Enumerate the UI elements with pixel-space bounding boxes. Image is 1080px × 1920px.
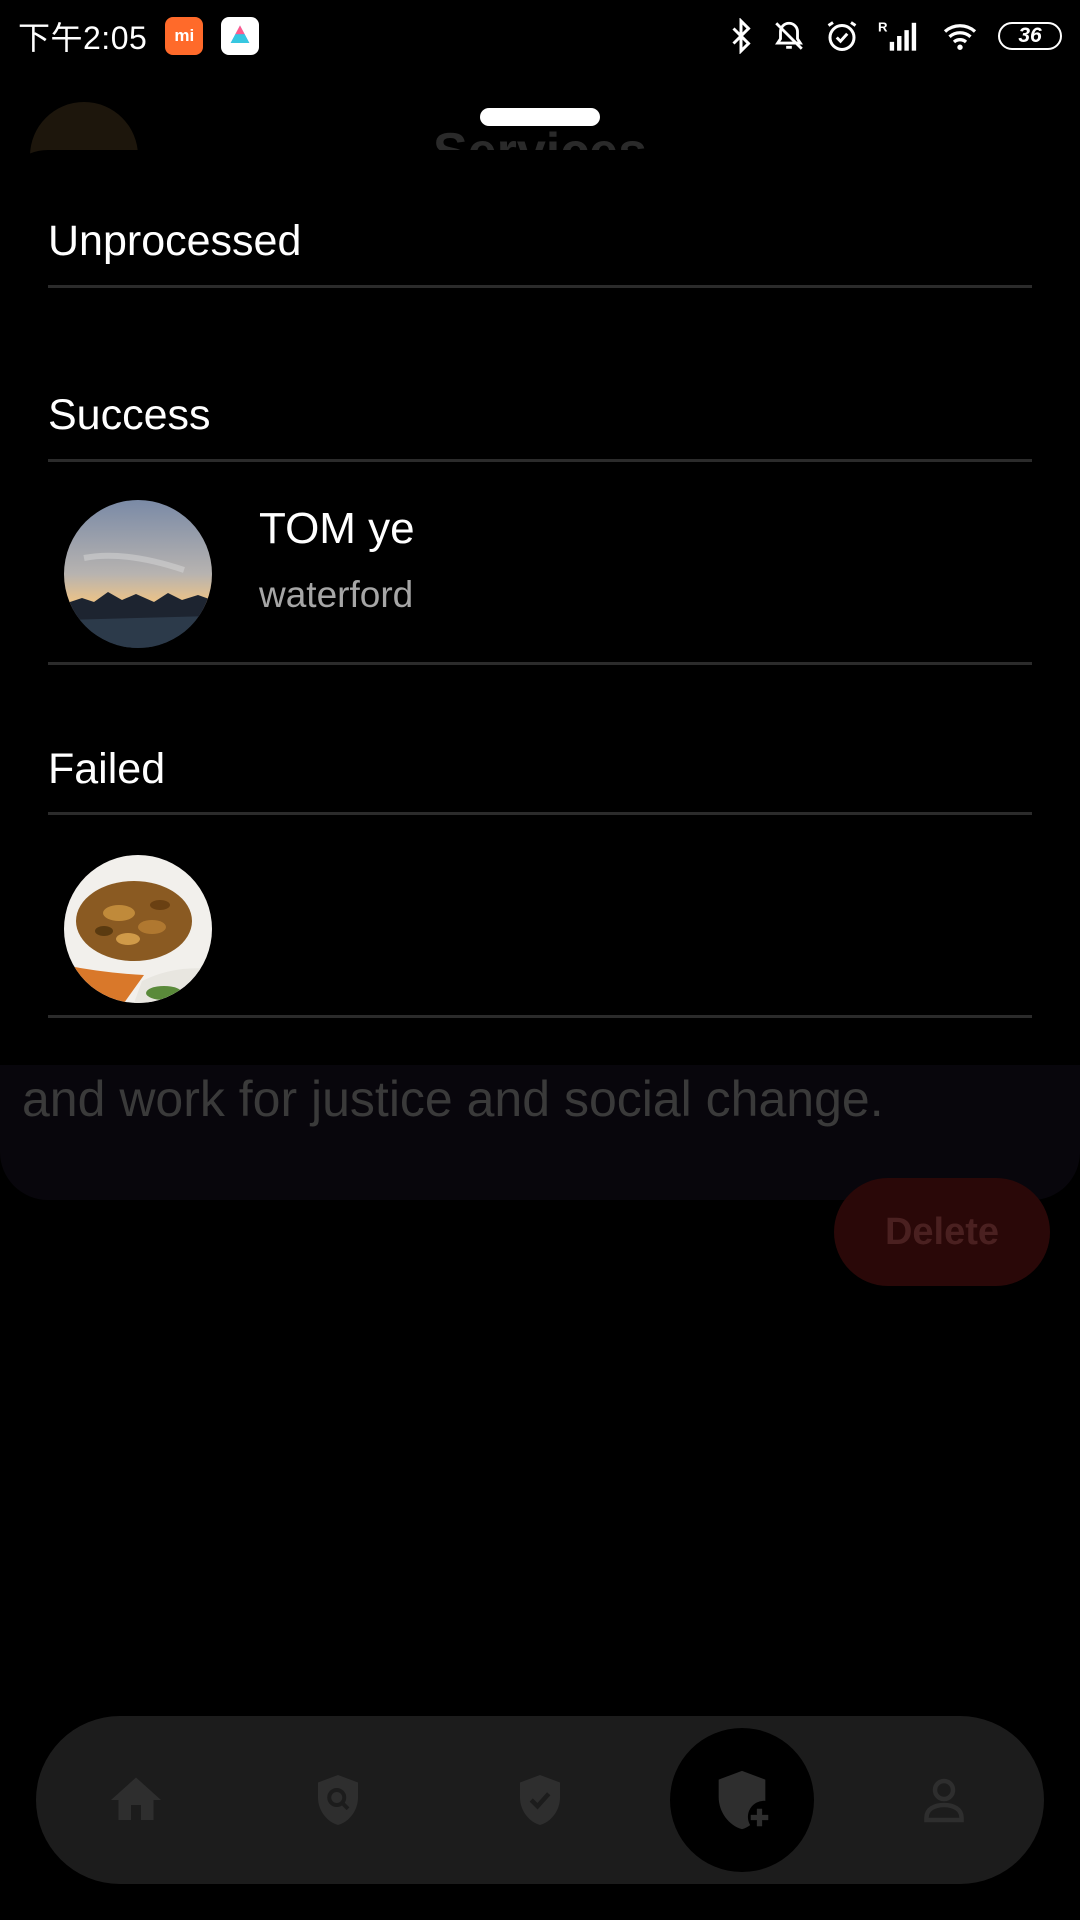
nav-profile[interactable]: [914, 1770, 974, 1830]
nav-home[interactable]: [106, 1770, 166, 1830]
divider: [48, 1015, 1032, 1018]
food-plate-photo: [64, 855, 212, 1003]
avatar: [64, 500, 212, 648]
section-unprocessed-header: Unprocessed: [48, 216, 302, 265]
item-name: TOM ye: [259, 504, 415, 553]
sunset-landscape-photo: [64, 500, 212, 648]
nav-add[interactable]: [670, 1728, 814, 1872]
delete-button[interactable]: Delete: [834, 1178, 1050, 1286]
bottom-navigation: [36, 1716, 1044, 1884]
bluetooth-icon: [732, 18, 751, 54]
mi-icon: mi: [165, 17, 204, 55]
svg-text:R: R: [878, 20, 888, 35]
home-icon: [111, 1777, 161, 1820]
section-success-header: Success: [48, 390, 211, 439]
battery-icon: 36: [998, 22, 1062, 50]
screen: Services and work for justice and social…: [0, 0, 1080, 1920]
add-shield-icon: [718, 1770, 769, 1830]
list-item[interactable]: [48, 815, 1032, 1015]
search-shield-icon: [318, 1775, 358, 1825]
wifi-icon: [943, 24, 977, 50]
status-bar: 下午2:05 mi R 36: [0, 0, 1080, 72]
divider: [48, 285, 1032, 288]
person-icon: [924, 1778, 964, 1823]
bell-off-icon: [775, 21, 803, 50]
item-subtitle: waterford: [259, 574, 414, 615]
check-shield-icon: [520, 1775, 560, 1825]
avatar: [64, 855, 212, 1003]
section-failed-header: Failed: [48, 744, 166, 793]
list-item[interactable]: TOM ye waterford: [48, 462, 1032, 662]
nav-search[interactable]: [308, 1770, 368, 1830]
status-time: 下午2:05: [18, 20, 148, 56]
alarm-icon: [827, 21, 857, 51]
divider: [48, 662, 1032, 665]
nav-verified[interactable]: [510, 1770, 570, 1830]
pinwheel-app-icon: [221, 17, 260, 55]
cellular-signal-icon: R: [878, 20, 917, 51]
service-card-description: and work for justice and social change.: [22, 1071, 884, 1127]
sheet-drag-handle[interactable]: [480, 108, 600, 126]
battery-level: 36: [1018, 24, 1042, 47]
